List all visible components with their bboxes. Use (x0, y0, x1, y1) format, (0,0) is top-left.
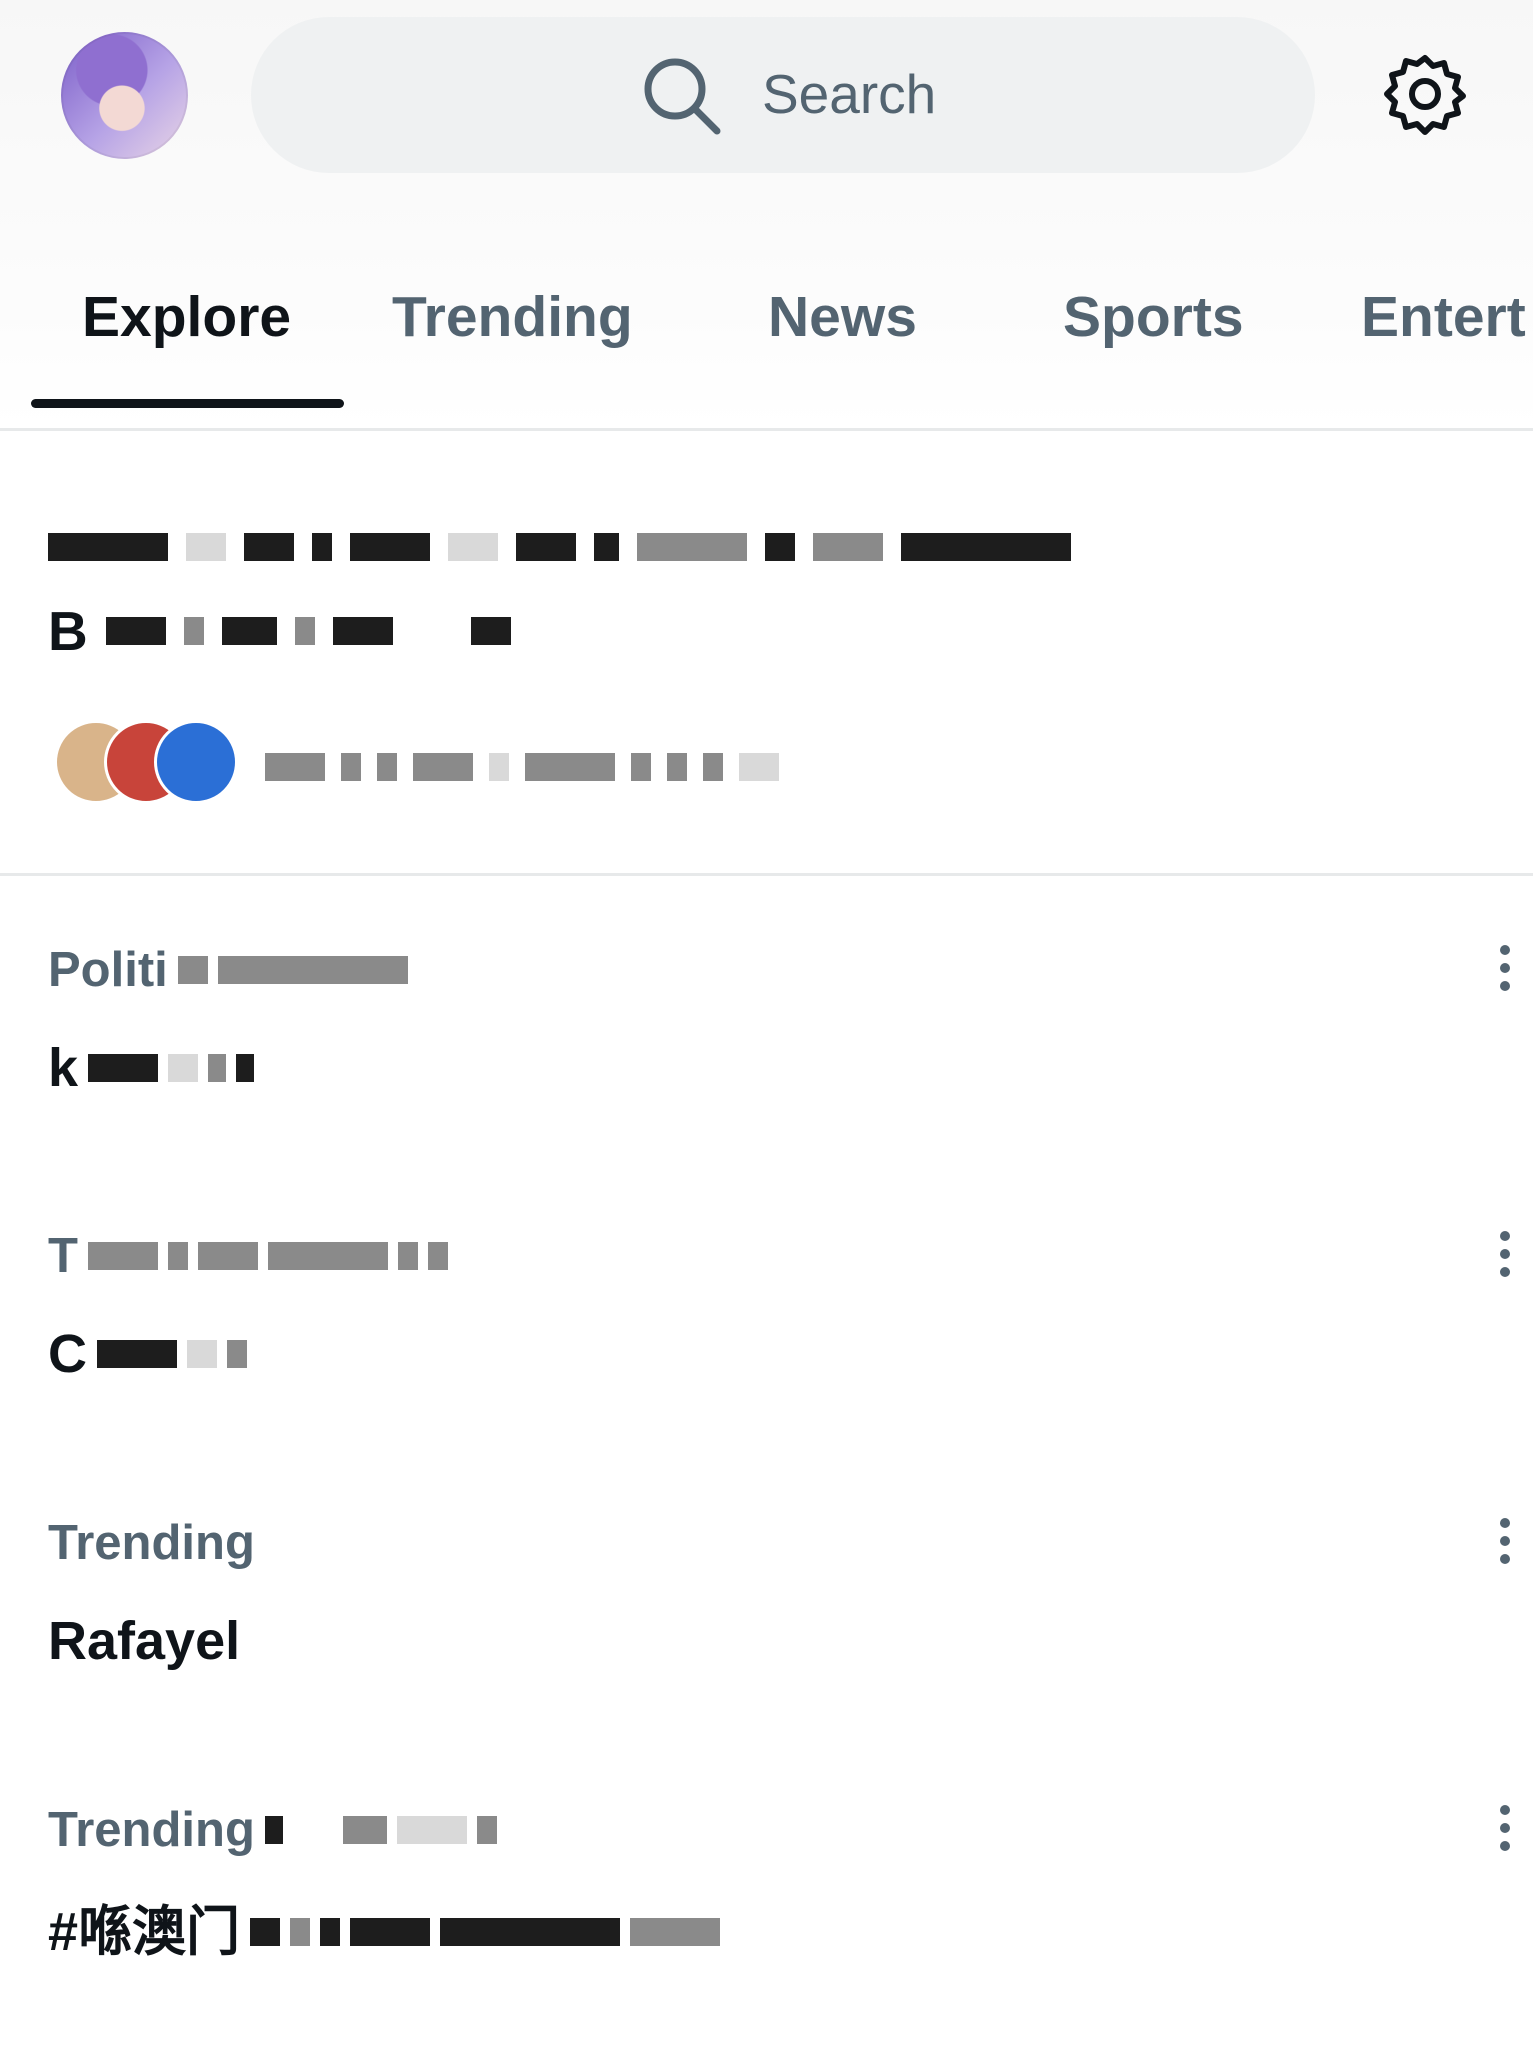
trend-item[interactable]: Trending Rafayel (48, 1513, 1510, 1675)
participant-avatars (54, 720, 238, 804)
tab-entertainment[interactable]: Entert (1361, 282, 1526, 352)
divider (0, 428, 1533, 431)
trend-category: Trending (48, 1516, 255, 1570)
featured-headline-line-1 (48, 510, 1448, 584)
featured-headline-start: B (48, 600, 88, 662)
avatar[interactable] (61, 32, 188, 159)
tab-explore[interactable]: Explore (82, 282, 291, 352)
trend-item[interactable]: T C (48, 1226, 1510, 1388)
featured-meta (265, 742, 779, 792)
search-placeholder: Search (762, 63, 937, 125)
trend-title: C (48, 1320, 1488, 1388)
trend-title: Rafayel (48, 1611, 241, 1671)
trend-item[interactable]: Politi k (48, 940, 1510, 1102)
more-icon[interactable] (1492, 1800, 1518, 1860)
trend-title: #喺澳门 (48, 1898, 1488, 1966)
tab-news[interactable]: News (768, 282, 917, 352)
tab-trending[interactable]: Trending (392, 282, 633, 352)
tab-sports[interactable]: Sports (1063, 282, 1244, 352)
trend-category: Politi (48, 940, 1488, 1000)
avatar (154, 720, 238, 804)
search-icon (644, 58, 721, 135)
more-icon[interactable] (1492, 1513, 1518, 1573)
active-tab-indicator (31, 399, 344, 408)
featured-story[interactable]: B (48, 510, 1448, 668)
trend-title: k (48, 1034, 1488, 1102)
top-bar: Search Explore Trending News Sports Ente… (0, 0, 1533, 430)
gear-icon[interactable] (1383, 52, 1467, 136)
trend-category: Trending (48, 1800, 1488, 1860)
trend-item[interactable]: Trending #喺澳门 (48, 1800, 1510, 1966)
more-icon[interactable] (1492, 940, 1518, 1000)
more-icon[interactable] (1492, 1226, 1518, 1286)
trend-category: T (48, 1226, 1488, 1286)
search-input[interactable]: Search (251, 17, 1315, 173)
divider (0, 873, 1533, 876)
featured-headline-line-2: B (48, 594, 1448, 668)
tab-bar: Explore Trending News Sports Entert (0, 260, 1533, 430)
